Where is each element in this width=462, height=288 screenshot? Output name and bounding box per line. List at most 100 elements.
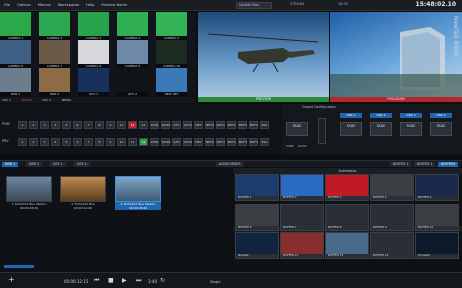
pgm-button-17[interactable]: NET2 [205,121,214,129]
dsk-1-head[interactable]: DSK 1 [340,113,362,118]
prv-button-22[interactable]: BLK [260,138,269,146]
dsk-2-fade[interactable]: FADE [370,122,392,136]
prv-button-1[interactable]: 2 [29,138,38,146]
tab-ddr-2[interactable]: DDR 2 [26,162,43,167]
menu-macros[interactable]: Macros [38,3,51,7]
next-icon[interactable]: ⏭ [136,277,141,285]
prv-button-9[interactable]: 10 [117,138,126,146]
monitor-camera-4[interactable]: CAMERA 4 [117,12,148,40]
menu-file[interactable]: File [4,3,10,7]
pgm-button-8[interactable]: 9 [106,121,115,129]
effect-row2-4[interactable]: BUFFER 10 [415,204,459,231]
pgm-button-9[interactable]: 10 [117,121,126,129]
menu-preview-name[interactable]: Preview Name [101,3,127,7]
session-dropdown[interactable]: Update files [236,2,272,9]
clip-1[interactable]: 1 TCXXXXX Bus Station 00:00:28:00 [6,176,52,212]
monitor-camera-10[interactable]: CAMERA 10 [156,40,187,68]
prv-button-5[interactable]: 6 [73,138,82,146]
effect-row3-3[interactable]: BUFFER 14 [370,232,414,259]
effect-row1-3[interactable]: BUFFER 4 [370,174,414,201]
chip-news[interactable]: NEWS [62,98,71,102]
prv-button-2[interactable]: 3 [40,138,49,146]
monitor-camera-3[interactable]: CAMERA 3 [78,12,109,40]
pgm-button-12[interactable]: DDR [150,121,159,129]
program-monitor[interactable]: NewTek 8000 [330,12,462,97]
dsk-4-head[interactable]: DSK 4 [430,113,452,118]
prv-button-13[interactable]: DDR2 [161,138,171,146]
pgm-button-16[interactable]: NET [194,121,203,129]
chip-black[interactable]: BLACK [22,98,32,102]
prv-button-7[interactable]: 8 [95,138,104,146]
pgm-button-3[interactable]: 4 [51,121,60,129]
add-icon[interactable]: + [8,275,15,284]
pgm-button-20[interactable]: BUF3 [238,121,247,129]
prev-icon[interactable]: ⏮ [94,277,99,285]
monitor-camera-5[interactable]: CAMERA 5 [156,12,187,40]
prv-button-16[interactable]: NET [194,138,203,146]
monitor-camera-6[interactable]: CAMERA 6 [0,40,31,68]
prv-button-10[interactable]: 11 [128,138,137,146]
pgm-button-7[interactable]: 8 [95,121,104,129]
dsk-3-fade[interactable]: FADE [400,122,422,136]
monitor-camera-2[interactable]: CAMERA 2 [39,12,70,40]
menu-options[interactable]: Options [17,3,31,7]
prv-button-17[interactable]: NET2 [205,138,214,146]
tab-gfx-2[interactable]: GFX 2 [74,162,90,167]
monitor-gfx-1[interactable]: GFX 1 [78,68,109,96]
prv-button-20[interactable]: BUF3 [238,138,247,146]
effect-row2-1[interactable]: BUFFER 7 [280,204,324,231]
effect-row3-0[interactable]: NewTek [235,232,279,259]
pgm-button-22[interactable]: BLK [260,121,269,129]
prv-button-4[interactable]: 5 [62,138,71,146]
preview-monitor[interactable] [198,12,329,97]
pgm-button-13[interactable]: DDR2 [161,121,171,129]
scrollbar[interactable] [4,265,34,268]
menu-help[interactable]: Help [86,3,94,7]
t-bar[interactable] [318,118,326,144]
stream-indicator[interactable]: STREAM [290,2,304,6]
monitor-camera-7[interactable]: CAMERA 7 [39,40,70,68]
pgm-button-5[interactable]: 6 [73,121,82,129]
effect-row2-3[interactable]: BUFFER 9 [370,204,414,231]
prv-button-0[interactable]: 1 [18,138,27,146]
pgm-button-0[interactable]: 1 [18,121,27,129]
monitor-ddr-1[interactable]: DDR 1 [0,68,31,96]
effect-row1-1[interactable]: BUFFER 2 [280,174,324,201]
tab-audio-mixer[interactable]: AUDIO MIXER [216,162,244,167]
tab-buffer-1[interactable]: BUFFER 1 [390,162,412,167]
chip-col-2[interactable]: COL 2 [42,98,51,102]
pgm-button-18[interactable]: BUF1 [216,121,225,129]
clip-2[interactable]: 2 TCXXXXX Bus 00:00:12:00 [60,176,106,212]
take-button[interactable]: TAKE [286,144,294,148]
monitor-camera-8[interactable]: CAMERA 8 [78,40,109,68]
prv-button-21[interactable]: BUF4 [249,138,258,146]
dsk-2-head[interactable]: DSK 2 [370,113,392,118]
tab-ddr-1[interactable]: DDR 1 [2,162,19,167]
prv-button-18[interactable]: BUF1 [216,138,225,146]
prv-button-19[interactable]: BUF2 [227,138,236,146]
pgm-button-10[interactable]: 11 [128,121,137,129]
effect-row2-0[interactable]: BUFFER 6 [235,204,279,231]
monitor-ddr-2[interactable]: DDR 2 [39,68,70,96]
auto-button[interactable]: AUTO [298,144,306,148]
pgm-button-19[interactable]: BUF2 [227,121,236,129]
pgm-button-1[interactable]: 2 [29,121,38,129]
monitor-gfx-2[interactable]: GFX 2 [117,68,148,96]
pgm-button-14[interactable]: GFX [172,121,181,129]
effect-row2-2[interactable]: BUFFER 8 [325,204,369,231]
effect-row3-2[interactable]: BUFFER 13 [325,232,369,259]
dsk-4-fade[interactable]: FADE [430,122,452,136]
effect-row1-4[interactable]: BUFFER 5 [415,174,459,201]
play-icon[interactable]: ▶ [122,277,127,284]
prv-button-11[interactable]: 12 [139,138,148,146]
monitor-camera-9[interactable]: CAMERA 9 [117,40,148,68]
prv-button-12[interactable]: DDR [150,138,159,146]
effect-row1-0[interactable]: BUFFER 1 [235,174,279,201]
prv-button-6[interactable]: 7 [84,138,93,146]
chip-col-1[interactable]: COL 1 [2,98,11,102]
pgm-button-21[interactable]: BUF4 [249,121,258,129]
pgm-button-6[interactable]: 7 [84,121,93,129]
tab-buffers[interactable]: BUFFERS [438,162,459,167]
prv-button-3[interactable]: 4 [51,138,60,146]
loop-icon[interactable]: ↻ [160,277,165,284]
